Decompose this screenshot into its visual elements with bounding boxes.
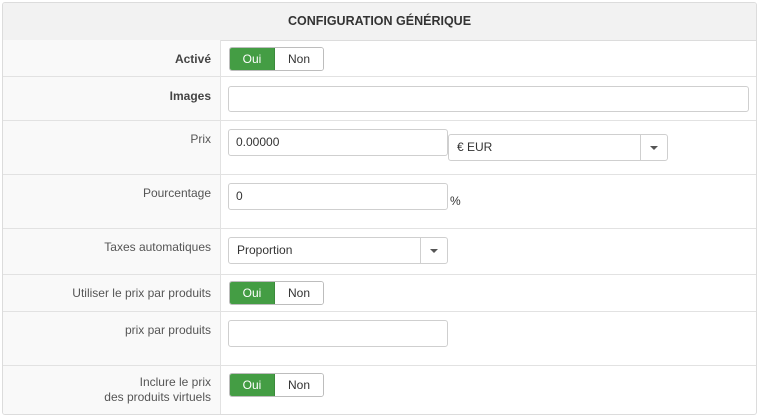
chevron-down-icon — [430, 248, 438, 253]
price-input[interactable]: 0.00000 — [228, 129, 448, 156]
use-product-price-toggle[interactable]: Oui Non — [229, 281, 324, 305]
label-cell: Activé — [3, 40, 221, 76]
price-per-product-label: prix par produits — [124, 323, 211, 337]
include-virtual-no-option[interactable]: Non — [275, 374, 323, 396]
use-product-price-yes-option[interactable]: Oui — [230, 282, 275, 304]
row-price: Prix 0.00000 € EUR — [3, 121, 756, 175]
include-virtual-label-line2: des produits virtuels — [104, 390, 211, 404]
auto-taxes-select-value: Proportion — [237, 243, 293, 257]
currency-select[interactable]: € EUR — [448, 134, 668, 161]
row-include-virtual: Inclure le prix des produits virtuels Ou… — [3, 366, 756, 414]
percent-suffix: % — [450, 194, 461, 208]
row-price-per-product: prix par produits — [3, 312, 756, 366]
row-percentage: Pourcentage 0 % — [3, 175, 756, 229]
label-cell: Taxes automatiques — [3, 229, 221, 274]
include-virtual-toggle[interactable]: Oui Non — [229, 373, 324, 397]
configuration-panel: CONFIGURATION GÉNÉRIQUE Activé Oui Non I… — [2, 2, 757, 415]
price-per-product-input[interactable] — [228, 320, 448, 347]
price-label: Prix — [190, 132, 211, 146]
percentage-label: Pourcentage — [142, 186, 211, 200]
use-product-price-label: Utiliser le prix par produits — [72, 286, 211, 300]
percentage-input[interactable]: 0 — [228, 183, 448, 210]
images-label: Images — [169, 89, 211, 103]
active-no-option[interactable]: Non — [275, 48, 323, 70]
row-active: Activé Oui Non — [3, 40, 756, 77]
label-cell: Prix — [3, 121, 221, 174]
active-label: Activé — [174, 52, 211, 66]
auto-taxes-select[interactable]: Proportion — [228, 237, 448, 264]
active-yes-option[interactable]: Oui — [230, 48, 275, 70]
currency-select-value: € EUR — [457, 140, 493, 154]
currency-dropdown-button[interactable] — [640, 135, 667, 160]
label-cell: Inclure le prix des produits virtuels — [3, 366, 221, 414]
auto-taxes-dropdown-button[interactable] — [420, 238, 447, 263]
label-cell: Utiliser le prix par produits — [3, 275, 221, 311]
label-cell: prix par produits — [3, 312, 221, 365]
images-input[interactable] — [228, 86, 749, 112]
chevron-down-icon — [650, 145, 658, 150]
include-virtual-label: Inclure le prix des produits virtuels — [104, 375, 211, 405]
label-cell: Pourcentage — [3, 175, 221, 228]
include-virtual-yes-option[interactable]: Oui — [230, 374, 275, 396]
row-auto-taxes: Taxes automatiques Proportion — [3, 229, 756, 275]
active-toggle[interactable]: Oui Non — [229, 47, 324, 71]
label-cell: Images — [3, 77, 221, 120]
include-virtual-label-line1: Inclure le prix — [139, 375, 211, 389]
row-use-product-price: Utiliser le prix par produits Oui Non — [3, 275, 756, 312]
row-images: Images — [3, 77, 756, 121]
use-product-price-no-option[interactable]: Non — [275, 282, 323, 304]
panel-title: CONFIGURATION GÉNÉRIQUE — [3, 3, 756, 41]
auto-taxes-label: Taxes automatiques — [104, 240, 211, 254]
